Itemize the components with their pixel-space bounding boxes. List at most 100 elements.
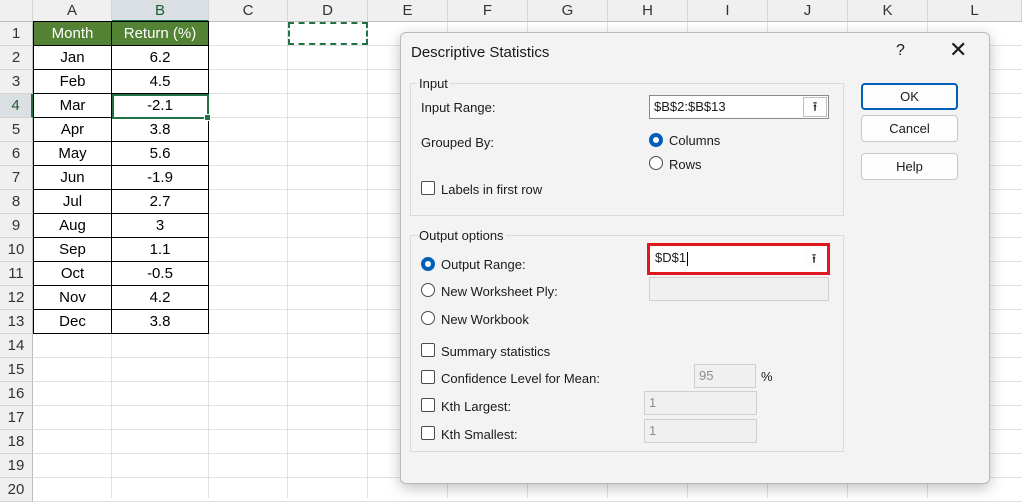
cell-return[interactable]: 4.5 bbox=[112, 70, 209, 94]
column-header-k[interactable]: K bbox=[848, 0, 928, 22]
summary-statistics-label[interactable]: Summary statistics bbox=[441, 344, 550, 359]
kth-smallest-checkbox[interactable] bbox=[421, 426, 435, 440]
cell-month[interactable]: Dec bbox=[33, 310, 112, 334]
help-icon[interactable]: ? bbox=[896, 42, 905, 60]
cell-month[interactable]: Jun bbox=[33, 166, 112, 190]
cell-month[interactable]: Sep bbox=[33, 238, 112, 262]
cell-return[interactable]: -1.9 bbox=[112, 166, 209, 190]
labels-first-row-checkbox[interactable] bbox=[421, 181, 435, 195]
output-range-label[interactable]: Output Range: bbox=[441, 257, 526, 272]
row-header-1[interactable]: 1 bbox=[0, 22, 33, 46]
rows-label[interactable]: Rows bbox=[669, 157, 702, 172]
cell-return[interactable]: 4.2 bbox=[112, 286, 209, 310]
cell-return[interactable]: 3 bbox=[112, 214, 209, 238]
row-header-15[interactable]: 15 bbox=[0, 358, 33, 382]
input-group-label: Input bbox=[417, 76, 450, 91]
cell-return[interactable]: 1.1 bbox=[112, 238, 209, 262]
output-range-radio[interactable] bbox=[421, 257, 435, 271]
row-header-10[interactable]: 10 bbox=[0, 238, 33, 262]
output-options-label: Output options bbox=[417, 228, 506, 243]
descriptive-statistics-dialog: Descriptive Statistics ? ✕ Input Input R… bbox=[400, 32, 990, 484]
input-range-collapse-icon[interactable]: ⭱ bbox=[803, 97, 827, 117]
rows-radio[interactable] bbox=[649, 156, 663, 170]
cell-month[interactable]: Oct bbox=[33, 262, 112, 286]
column-header-f[interactable]: F bbox=[448, 0, 528, 22]
cell-month[interactable]: Apr bbox=[33, 118, 112, 142]
row-header-16[interactable]: 16 bbox=[0, 382, 33, 406]
columns-radio[interactable] bbox=[649, 133, 663, 147]
confidence-level-label[interactable]: Confidence Level for Mean: bbox=[441, 371, 600, 386]
cancel-button[interactable]: Cancel bbox=[861, 115, 958, 142]
cell-return[interactable]: 3.8 bbox=[112, 118, 209, 142]
column-header-h[interactable]: H bbox=[608, 0, 688, 22]
column-header-b[interactable]: B bbox=[112, 0, 209, 22]
new-worksheet-ply-label[interactable]: New Worksheet Ply: bbox=[441, 284, 558, 299]
row-header-11[interactable]: 11 bbox=[0, 262, 33, 286]
output-range-collapse-icon[interactable]: ⭱ bbox=[802, 249, 826, 269]
select-all-corner[interactable] bbox=[0, 0, 33, 22]
row-header-17[interactable]: 17 bbox=[0, 406, 33, 430]
row-header-14[interactable]: 14 bbox=[0, 334, 33, 358]
fill-handle[interactable] bbox=[204, 114, 211, 121]
cell-return[interactable]: 3.8 bbox=[112, 310, 209, 334]
column-header-j[interactable]: J bbox=[768, 0, 848, 22]
row-header-2[interactable]: 2 bbox=[0, 46, 33, 70]
close-icon[interactable]: ✕ bbox=[949, 39, 967, 61]
confidence-level-field[interactable]: 95 bbox=[694, 364, 756, 388]
new-workbook-label[interactable]: New Workbook bbox=[441, 312, 529, 327]
cell-month[interactable]: Jan bbox=[33, 46, 112, 70]
cell-return[interactable]: 2.7 bbox=[112, 190, 209, 214]
column-header-i[interactable]: I bbox=[688, 0, 768, 22]
row-header-9[interactable]: 9 bbox=[0, 214, 33, 238]
columns-label[interactable]: Columns bbox=[669, 133, 720, 148]
row-header-19[interactable]: 19 bbox=[0, 454, 33, 478]
cell-return[interactable]: -0.5 bbox=[112, 262, 209, 286]
kth-largest-value: 1 bbox=[649, 395, 657, 410]
new-worksheet-ply-field[interactable] bbox=[649, 277, 829, 301]
cell-month[interactable]: Mar bbox=[33, 94, 112, 118]
row-header-3[interactable]: 3 bbox=[0, 70, 33, 94]
input-range-field[interactable]: $B$2:$B$13 bbox=[649, 95, 829, 119]
row-header-20[interactable]: 20 bbox=[0, 478, 33, 502]
active-cell-selection[interactable] bbox=[112, 94, 211, 121]
row-header-18[interactable]: 18 bbox=[0, 430, 33, 454]
row-header-5[interactable]: 5 bbox=[0, 118, 33, 142]
column-header-d[interactable]: D bbox=[288, 0, 368, 22]
help-button[interactable]: Help bbox=[861, 153, 958, 180]
kth-largest-checkbox[interactable] bbox=[421, 398, 435, 412]
row-header-4[interactable]: 4 bbox=[0, 94, 33, 118]
percent-label: % bbox=[761, 369, 773, 384]
cell-month[interactable]: Feb bbox=[33, 70, 112, 94]
kth-largest-field[interactable]: 1 bbox=[644, 391, 757, 415]
new-workbook-radio[interactable] bbox=[421, 311, 435, 325]
cell-return[interactable]: 6.2 bbox=[112, 46, 209, 70]
cell-month[interactable]: Aug bbox=[33, 214, 112, 238]
kth-smallest-field[interactable]: 1 bbox=[644, 419, 757, 443]
header-cell-month[interactable]: Month bbox=[33, 22, 112, 46]
column-header-g[interactable]: G bbox=[528, 0, 608, 22]
column-header-l[interactable]: L bbox=[928, 0, 1022, 22]
new-worksheet-ply-radio[interactable] bbox=[421, 283, 435, 297]
column-header-c[interactable]: C bbox=[209, 0, 288, 22]
row-header-12[interactable]: 12 bbox=[0, 286, 33, 310]
cell-month[interactable]: Nov bbox=[33, 286, 112, 310]
row-header-7[interactable]: 7 bbox=[0, 166, 33, 190]
cell-month[interactable]: May bbox=[33, 142, 112, 166]
cell-month[interactable]: Jul bbox=[33, 190, 112, 214]
row-header-8[interactable]: 8 bbox=[0, 190, 33, 214]
column-header-e[interactable]: E bbox=[368, 0, 448, 22]
header-cell-return[interactable]: Return (%) bbox=[112, 22, 209, 46]
dialog-title: Descriptive Statistics bbox=[411, 44, 550, 61]
kth-largest-label[interactable]: Kth Largest: bbox=[441, 399, 511, 414]
column-header-a[interactable]: A bbox=[33, 0, 112, 22]
confidence-level-checkbox[interactable] bbox=[421, 370, 435, 384]
labels-first-row-label[interactable]: Labels in first row bbox=[441, 182, 542, 197]
row-header-6[interactable]: 6 bbox=[0, 142, 33, 166]
ok-button[interactable]: OK bbox=[861, 83, 958, 110]
row-header-13[interactable]: 13 bbox=[0, 310, 33, 334]
grouped-by-label: Grouped By: bbox=[421, 135, 494, 150]
cell-return[interactable]: 5.6 bbox=[112, 142, 209, 166]
output-range-field[interactable]: $D$1 bbox=[650, 246, 827, 272]
summary-statistics-checkbox[interactable] bbox=[421, 343, 435, 357]
kth-smallest-label[interactable]: Kth Smallest: bbox=[441, 427, 518, 442]
